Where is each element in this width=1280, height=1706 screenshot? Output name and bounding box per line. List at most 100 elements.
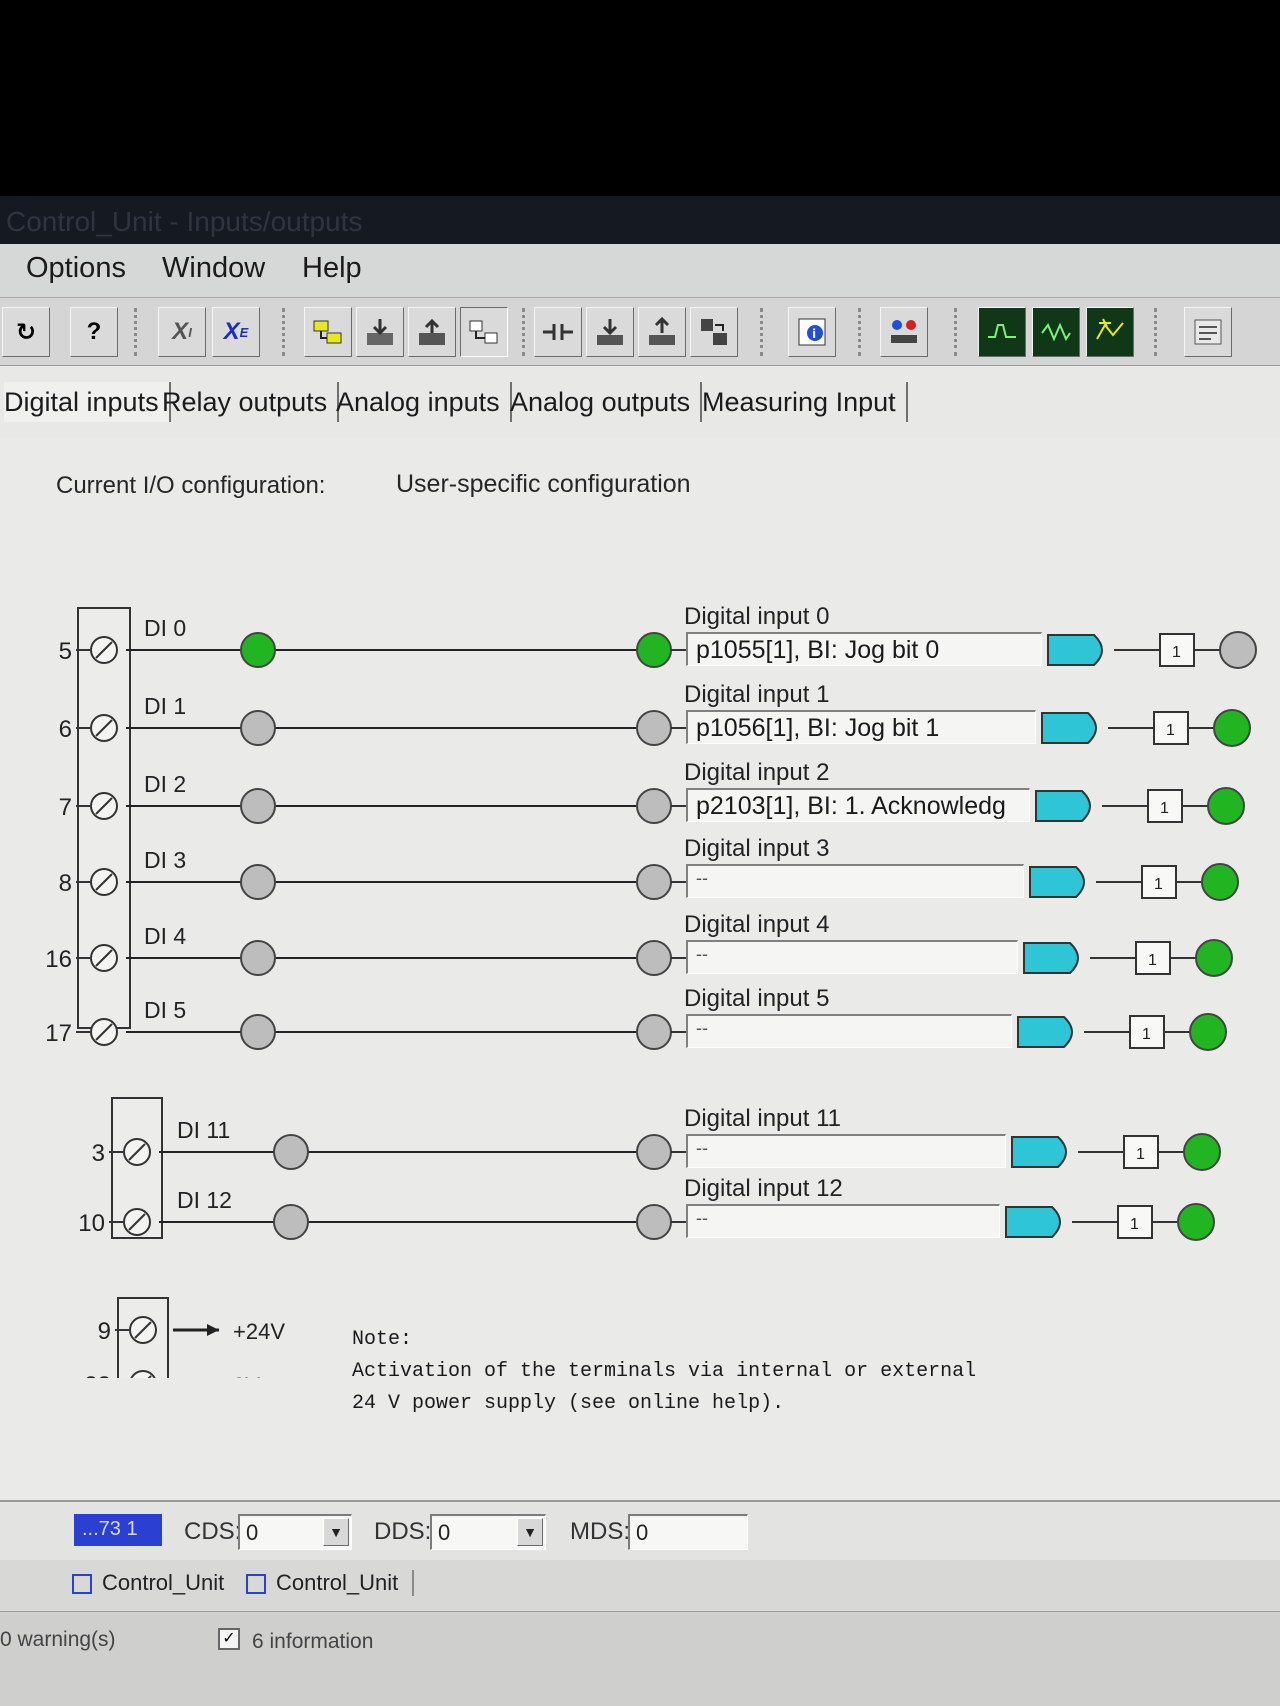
di-label: DI 1 — [144, 693, 186, 719]
signal-source-block[interactable] — [1017, 1016, 1073, 1048]
connect-target-icon[interactable] — [304, 307, 352, 357]
online-offline-compare-icon[interactable] — [460, 307, 508, 357]
toolbar-separator — [760, 308, 763, 356]
signal-binding-field[interactable]: -- — [686, 1014, 1012, 1048]
menu-options[interactable]: Options — [26, 252, 126, 285]
digital-input-label: Digital input 3 — [684, 835, 829, 862]
digital-input-label: Digital input 2 — [684, 759, 829, 786]
terminal-number: 7 — [59, 794, 72, 821]
input-state-led — [636, 632, 672, 668]
inverter-label: 1 — [1130, 1216, 1139, 1233]
chevron-down-icon[interactable]: ▼ — [323, 1518, 349, 1546]
chevron-down-icon[interactable]: ▼ — [517, 1518, 543, 1546]
tab-relay-outputs[interactable]: Relay outputs — [162, 382, 340, 422]
cds-select[interactable]: 0 ▼ — [238, 1514, 352, 1550]
signal-source-block[interactable] — [1041, 712, 1097, 744]
help-pointer-icon[interactable]: ? — [70, 307, 118, 357]
tab-measuring-input[interactable]: Measuring Input — [702, 382, 908, 422]
dds-select[interactable]: 0 ▼ — [430, 1514, 546, 1550]
terminal-number: 9 — [98, 1318, 111, 1345]
redo-icon[interactable]: ↻ — [2, 307, 50, 357]
tab-analog-inputs[interactable]: Analog inputs — [336, 382, 512, 422]
information-count: 6 information — [252, 1630, 374, 1653]
signal-source-block[interactable] — [1029, 866, 1085, 898]
menu-help[interactable]: Help — [302, 252, 362, 285]
signal-source-block[interactable] — [1011, 1136, 1067, 1168]
signal-binding-field[interactable]: p1056[1], BI: Jog bit 1 — [686, 710, 1036, 744]
di-label: DI 2 — [144, 771, 186, 797]
load-to-device-icon[interactable] — [586, 307, 634, 357]
toolbar: ↻ ? XI XE i — [0, 298, 1280, 366]
terminal-number: 28 — [84, 1372, 111, 1378]
dataset-bar: ...73 1 CDS: 0 ▼ DDS: 0 ▼ MDS: 0 — [0, 1500, 1280, 1560]
terminal-state-led — [240, 632, 276, 668]
input-state-led — [636, 1014, 672, 1050]
dds-label: DDS: — [374, 1518, 432, 1545]
di-label: DI 5 — [144, 997, 186, 1023]
terminal-state-led — [240, 940, 276, 976]
trace-icon[interactable] — [978, 307, 1026, 357]
connect-icon[interactable] — [534, 307, 582, 357]
copy-ram-to-rom-icon[interactable] — [690, 307, 738, 357]
terminal-number: 3 — [92, 1140, 105, 1167]
digital-input-label: Digital input 12 — [684, 1175, 843, 1202]
note-line-2: 24 V power supply (see online help). — [352, 1392, 785, 1415]
workspace-tab-1[interactable]: Control_Unit — [72, 1570, 224, 1596]
signal-source-block[interactable] — [1035, 790, 1091, 822]
output-state-led — [1207, 787, 1245, 825]
warnings-count: 0 warning(s) — [0, 1628, 116, 1651]
input-variable-icon[interactable]: XI — [158, 307, 206, 357]
output-state-led — [1195, 939, 1233, 977]
tab-digital-inputs[interactable]: Digital inputs — [4, 382, 171, 422]
checkbox-icon[interactable]: ✓ — [218, 1628, 240, 1650]
signal-binding-field[interactable]: -- — [686, 864, 1024, 898]
mds-field[interactable]: 0 — [628, 1514, 748, 1550]
output-variable-icon[interactable]: XE — [212, 307, 260, 357]
cds-value: 0 — [246, 1520, 259, 1545]
download-icon[interactable] — [408, 307, 456, 357]
input-state-led — [636, 710, 672, 746]
inverter-label: 1 — [1148, 952, 1157, 969]
output-state-led — [1201, 863, 1239, 901]
power-label: +24V — [233, 1319, 285, 1344]
output-state-led — [1189, 1013, 1227, 1051]
digital-input-label: Digital input 4 — [684, 911, 829, 938]
function-generator-icon[interactable] — [1032, 307, 1080, 357]
menu-window[interactable]: Window — [162, 252, 265, 285]
workspace-tab-label: Control_Unit — [276, 1570, 399, 1595]
signal-source-block[interactable] — [1047, 634, 1103, 666]
signal-binding-field[interactable]: -- — [686, 1134, 1006, 1168]
measuring-function-icon[interactable] — [1086, 307, 1134, 357]
output-bar: 0 warning(s) ✓ 6 information — [0, 1612, 1280, 1706]
inverter-label: 1 — [1136, 1146, 1145, 1163]
signal-binding-field[interactable]: -- — [686, 1204, 1000, 1238]
load-to-pg-arrow-icon[interactable] — [638, 307, 686, 357]
mds-label: MDS: — [570, 1518, 630, 1545]
input-state-led — [636, 1134, 672, 1170]
signal-binding-field[interactable]: p2103[1], BI: 1. Acknowledg — [686, 788, 1030, 822]
di-label: DI 3 — [144, 847, 186, 873]
tab-bar: Digital inputs Relay outputs Analog inpu… — [0, 366, 1280, 438]
signal-binding-field[interactable]: p1055[1], BI: Jog bit 0 — [686, 632, 1042, 666]
workspace-tab-2[interactable]: Control_Unit — [246, 1570, 415, 1596]
terminal-state-led — [240, 1014, 276, 1050]
terminal-state-led — [240, 864, 276, 900]
inverter-label: 1 — [1166, 722, 1175, 739]
load-to-pg-icon[interactable] — [356, 307, 404, 357]
toolbar-separator — [282, 308, 285, 356]
svg-text:i: i — [812, 327, 816, 341]
output-state-led — [1219, 631, 1257, 669]
terminal-state-led — [273, 1134, 309, 1170]
toolbar-separator — [1154, 308, 1157, 356]
output-state-led — [1183, 1133, 1221, 1171]
signal-source-block[interactable] — [1005, 1206, 1061, 1238]
control-panel-icon[interactable] — [880, 307, 928, 357]
note-line-1: Activation of the terminals via internal… — [352, 1360, 977, 1383]
toolbar-separator — [134, 308, 137, 356]
device-info-icon[interactable]: i — [788, 307, 836, 357]
expert-list-icon[interactable] — [1184, 307, 1232, 357]
signal-binding-field[interactable]: -- — [686, 940, 1018, 974]
terminal-number: 10 — [78, 1210, 105, 1237]
tab-analog-outputs[interactable]: Analog outputs — [510, 382, 703, 422]
signal-source-block[interactable] — [1023, 942, 1079, 974]
